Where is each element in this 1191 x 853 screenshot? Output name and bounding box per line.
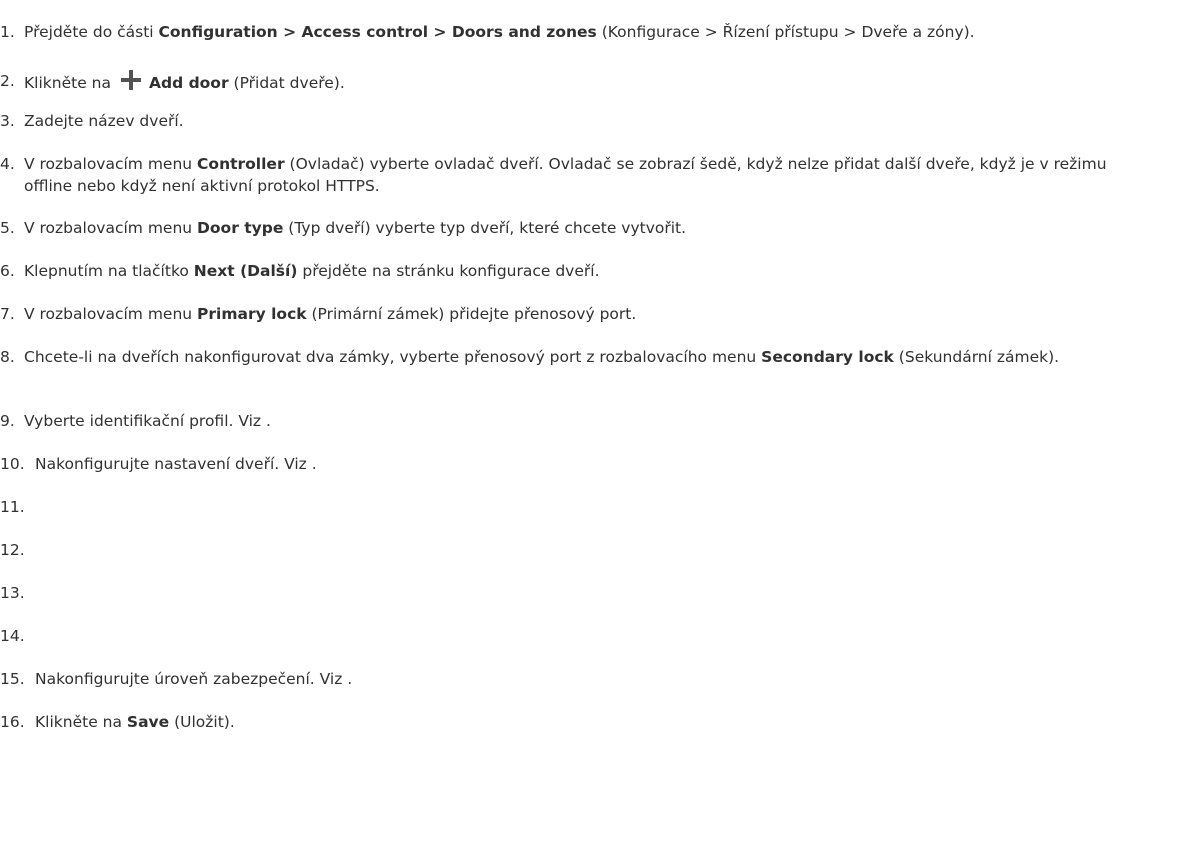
step-number: 6. [0,262,15,280]
step-text-run: Přejděte do části [24,23,159,41]
step-text-run: Klepnutím na tlačítko [24,262,194,280]
step-1: 1. Přejděte do části Configuration > Acc… [0,21,1150,43]
step-number: 7. [0,305,15,323]
step-number: 11. [0,498,25,516]
step-7: 7. V rozbalovacím menu Primary lock (Pri… [0,303,1150,325]
step-text: V rozbalovacím menu Primary lock (Primár… [24,303,1150,325]
step-number: 14. [0,627,25,645]
plus-icon [120,70,141,90]
step-text: V rozbalovacím menu Controller (Ovladač)… [24,153,1150,197]
ui-term: Save [126,713,170,731]
step-number: 10. [0,455,25,473]
step-3: 3. Zadejte název dveří. [0,110,1150,132]
step-number: 3. [0,112,15,130]
step-number: 2. [0,72,15,90]
step-text-run: V rozbalovacím menu [24,155,198,173]
step-text-run: (Primární zámek) přidejte přenosový port… [306,305,637,323]
step-8: 8. Chcete-li na dveřích nakonfigurovat d… [0,346,1150,368]
instruction-steps: 1. Přejděte do části Configuration > Acc… [0,0,1191,853]
step-text-run: V rozbalovacím menu [24,305,198,323]
step-text: Klikněte na Add door (Přidat dveře). [24,70,1150,94]
step-number: 8. [0,348,15,366]
step-text: Vyberte identifikační profil. Viz . [24,410,1150,432]
step-text: Přejděte do části Configuration > Access… [24,21,1150,43]
ui-term: Next (Další) [193,262,298,280]
step-text-run: Chcete-li na dveřích nakonfigurovat dva … [24,348,762,366]
ui-term: Add door [148,74,229,92]
step-6: 6. Klepnutím na tlačítko Next (Další) př… [0,260,1150,282]
step-text-run: Klikněte na [35,713,127,731]
step-number: 12. [0,541,25,559]
step-number: 5. [0,219,15,237]
step-5: 5. V rozbalovacím menu Door type (Typ dv… [0,217,1150,239]
step-number: 15. [0,670,25,688]
step-4: 4. V rozbalovacím menu Controller (Ovlad… [0,153,1150,197]
ui-term: Primary lock [197,305,307,323]
step-text: Nakonfigurujte nastavení dveří. Viz . [35,453,1150,475]
step-text-run: přejděte na stránku konfigurace dveří. [297,262,600,280]
step-text-run: Zadejte název dveří. [24,112,184,130]
step-text-run: Nakonfigurujte nastavení dveří. Viz . [35,455,317,473]
step-text-run: (Konfigurace > Řízení přístupu > Dveře a… [596,23,975,41]
step-text: V rozbalovacím menu Door type (Typ dveří… [24,217,1150,239]
step-9: 9. Vyberte identifikační profil. Viz . [0,410,1150,432]
step-2: 2. Klikněte na Add door (Přidat dveře). [0,70,1150,94]
ui-term: Configuration > Access control > Doors a… [158,23,597,41]
step-text-run: Vyberte identifikační profil. Viz . [24,412,271,430]
step-number: 13. [0,584,25,602]
step-text: Klepnutím na tlačítko Next (Další) přejd… [24,260,1150,282]
step-text: Nakonfigurujte úroveň zabezpečení. Viz . [35,668,1150,690]
step-text-run: (Uložit). [169,713,235,731]
ui-term: Controller [197,155,285,173]
step-number: 1. [0,23,15,41]
step-text: Chcete-li na dveřích nakonfigurovat dva … [24,346,1150,368]
step-10: 10. Nakonfigurujte nastavení dveří. Viz … [0,453,1150,475]
step-text-run: V rozbalovacím menu [24,219,198,237]
step-number: 9. [0,412,15,430]
step-text: Klikněte na Save (Uložit). [35,711,1150,733]
step-text-run: Nakonfigurujte úroveň zabezpečení. Viz . [35,670,353,688]
step-number: 16. [0,713,25,731]
step-text-run: (Sekundární zámek). [893,348,1060,366]
step-text-run: Klikněte na [24,74,111,92]
step-text-run: (Přidat dveře). [228,74,345,92]
step-text: Zadejte název dveří. [24,110,1150,132]
step-16: 16. Klikněte na Save (Uložit). [0,711,1150,733]
step-15: 15. Nakonfigurujte úroveň zabezpečení. V… [0,668,1150,690]
step-text-run: (Typ dveří) vyberte typ dveří, které chc… [283,219,687,237]
ui-term: Secondary lock [761,348,894,366]
ui-term: Door type [197,219,284,237]
step-number: 4. [0,155,15,173]
